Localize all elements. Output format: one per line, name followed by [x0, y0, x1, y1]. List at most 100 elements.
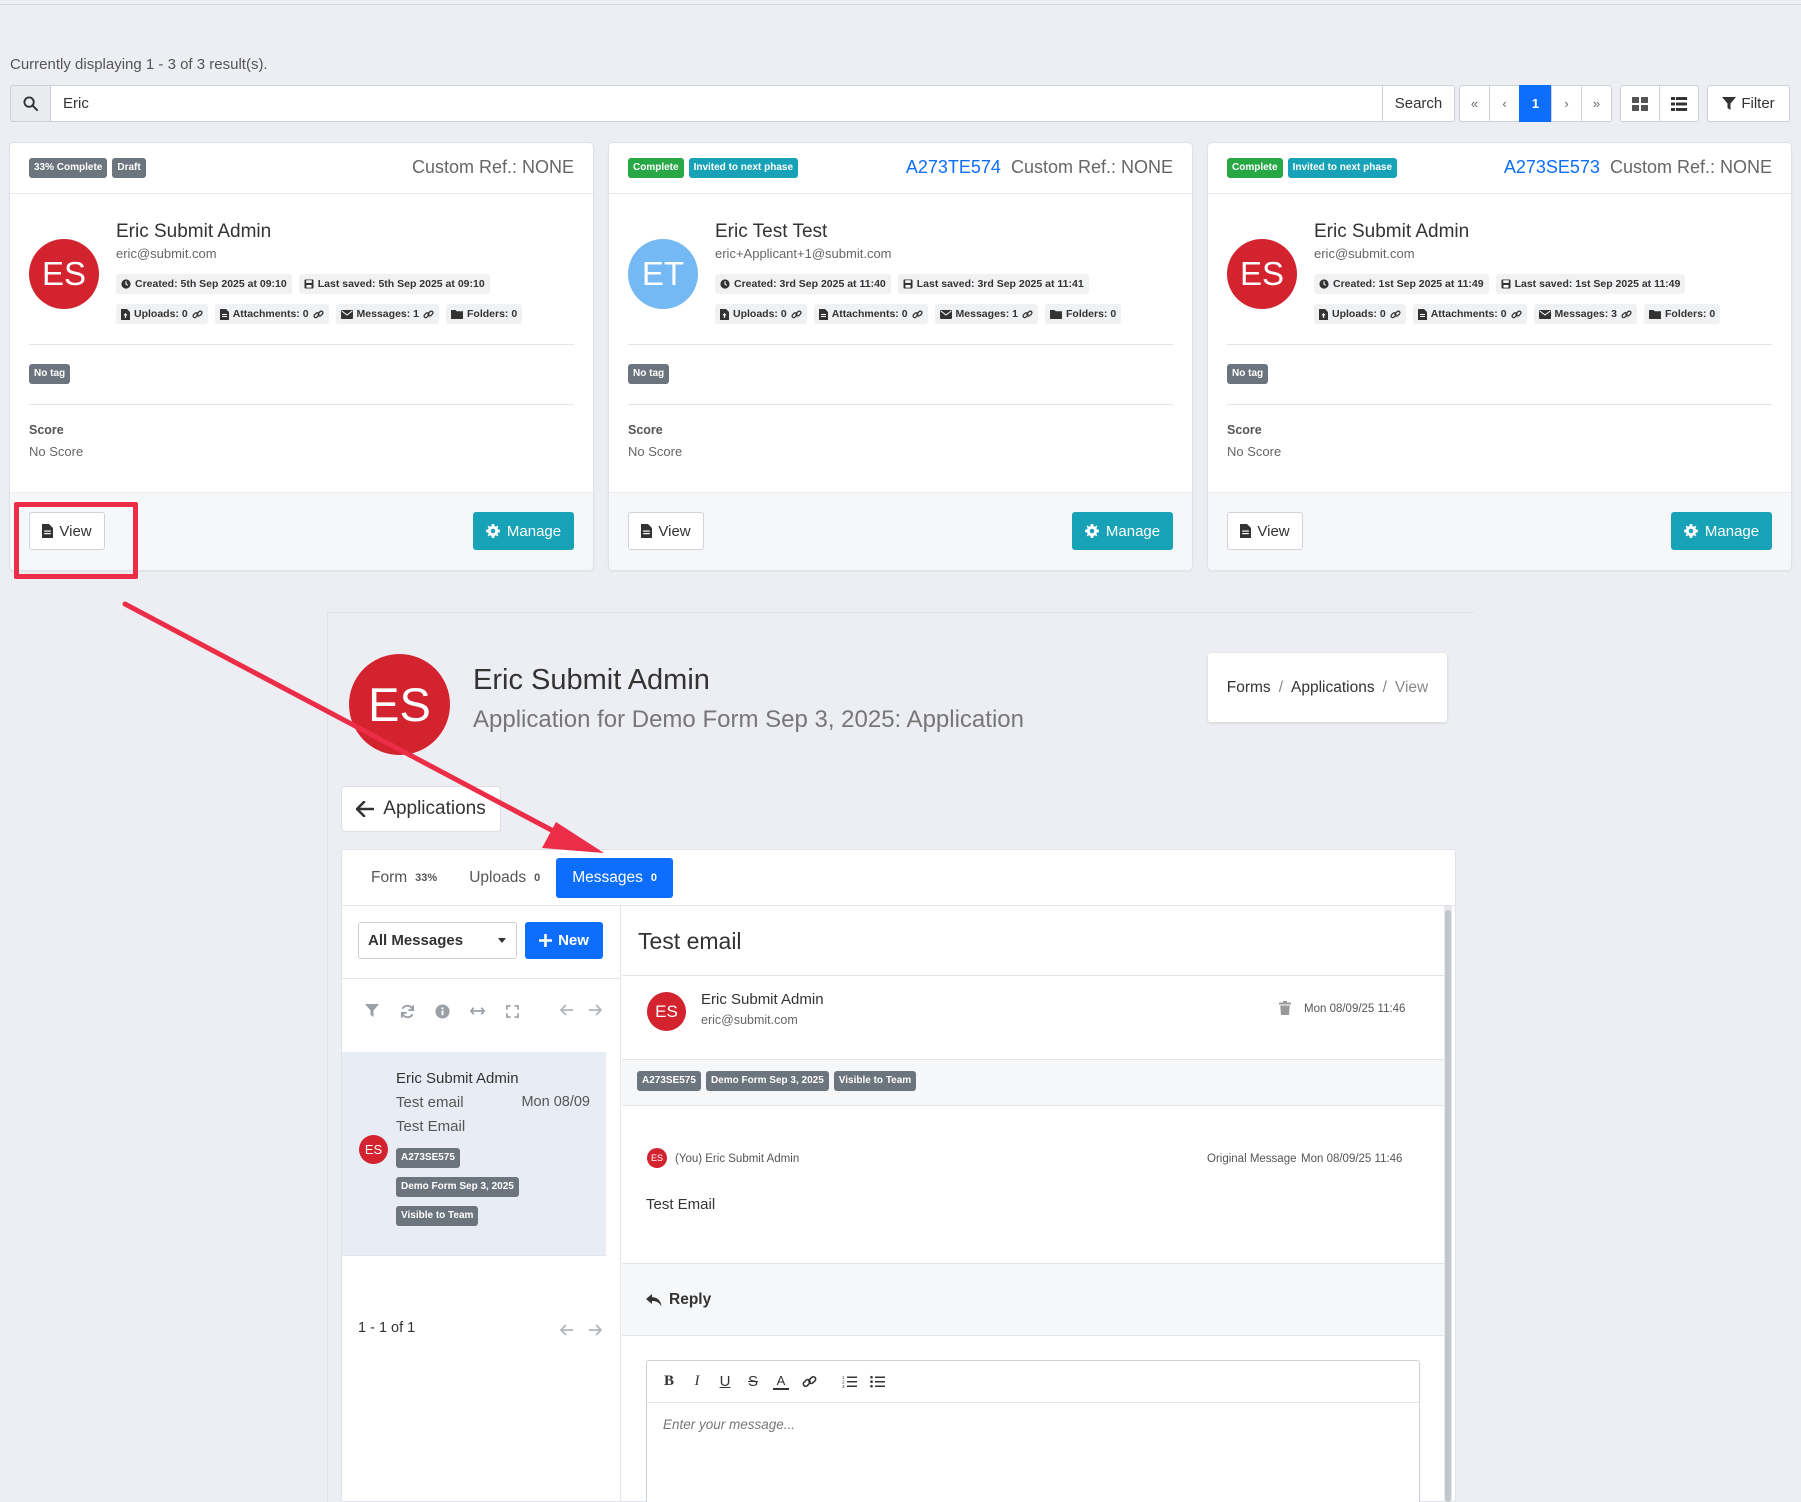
- card-divider: [1227, 344, 1772, 345]
- messages-info[interactable]: Messages: 1: [335, 304, 439, 324]
- list-count: 1 - 1 of 1: [358, 1320, 416, 1336]
- message-tags: A273SE575 Demo Form Sep 3, 2025 Visible …: [396, 1148, 519, 1226]
- underline-icon[interactable]: U: [717, 1373, 733, 1390]
- messages-info[interactable]: Messages: 3: [1533, 304, 1637, 324]
- thread-date: Mon 08/09/25 11:46: [1301, 1153, 1403, 1165]
- uploads-info[interactable]: Uploads: 0: [715, 304, 807, 324]
- label: 0: [534, 872, 541, 884]
- tab-form[interactable]: Form 33%: [355, 858, 453, 898]
- link-icon: [1621, 309, 1632, 320]
- reply-button[interactable]: Reply: [646, 1291, 711, 1309]
- message-sender: Eric Submit Admin: [701, 991, 824, 1008]
- attachments-info[interactable]: Attachments: 0: [214, 304, 329, 324]
- attachments-info[interactable]: Attachments: 0: [813, 304, 928, 324]
- reference-id-link[interactable]: A273SE573: [1504, 157, 1600, 177]
- page-current-button[interactable]: 1: [1519, 85, 1552, 122]
- meta-text: Uploads: 0: [1332, 308, 1386, 320]
- label: Form: [371, 869, 408, 886]
- manage-button[interactable]: Manage: [1072, 512, 1173, 550]
- list-view-icon[interactable]: [1659, 85, 1699, 122]
- search-bar: Eric Search: [10, 85, 1455, 122]
- filter-button[interactable]: Filter: [1707, 85, 1790, 122]
- scrollbar-thumb[interactable]: [1445, 910, 1451, 1502]
- meta-text: Last saved: 3rd Sep 2025 at 11:41: [916, 278, 1084, 290]
- card-dates: Created: 5th Sep 2025 at 09:10 Last save…: [116, 274, 490, 294]
- arrow-left-icon[interactable]: [559, 1003, 574, 1021]
- page-next-button[interactable]: ›: [1551, 85, 1582, 122]
- page-first-button[interactable]: «: [1459, 85, 1490, 122]
- strikethrough-icon[interactable]: S: [745, 1373, 761, 1390]
- uploads-info[interactable]: Uploads: 0: [116, 304, 208, 324]
- label: New: [558, 932, 589, 949]
- breadcrumb-applications[interactable]: Applications: [1291, 679, 1375, 697]
- tab-uploads[interactable]: Uploads 0: [453, 858, 556, 898]
- avatar: ES: [647, 1148, 667, 1168]
- custom-ref: A273SE573 Custom Ref.: NONE: [1504, 157, 1772, 178]
- folders-info: Folders: 0: [1045, 304, 1122, 324]
- arrow-right-icon[interactable]: [588, 1003, 603, 1021]
- card-counts: Uploads: 0 Attachments: 0 Messages: 1 Fo…: [715, 304, 1122, 324]
- page-subtitle: Application for Demo Form Sep 3, 2025: A…: [473, 706, 1024, 733]
- fullscreen-icon[interactable]: [502, 1001, 522, 1021]
- message-sender: Eric Submit Admin: [396, 1070, 519, 1087]
- score-value: No Score: [628, 444, 683, 459]
- manage-button[interactable]: Manage: [473, 512, 574, 550]
- back-to-applications-button[interactable]: Applications: [341, 786, 501, 832]
- filter-icon[interactable]: [362, 1001, 382, 1021]
- search-input[interactable]: Eric: [51, 85, 1383, 122]
- label: 0: [650, 872, 657, 884]
- bullet-list-icon[interactable]: [869, 1374, 885, 1390]
- refresh-icon[interactable]: [397, 1001, 417, 1021]
- italic-icon[interactable]: I: [689, 1373, 705, 1390]
- uploads-info[interactable]: Uploads: 0: [1314, 304, 1406, 324]
- arrow-right-icon[interactable]: [588, 1323, 603, 1341]
- manage-button[interactable]: Manage: [1671, 512, 1772, 550]
- upload-icon: [720, 308, 729, 320]
- tab-messages[interactable]: Messages 0: [556, 858, 673, 898]
- breadcrumb-current: View: [1394, 678, 1429, 696]
- card-divider: [628, 404, 1173, 405]
- ordered-list-icon[interactable]: 123: [841, 1374, 857, 1390]
- folder-icon: [1050, 309, 1062, 319]
- view-mode-toggle: [1620, 85, 1699, 122]
- breadcrumb-separator: /: [1382, 678, 1387, 696]
- page-prev-button[interactable]: ‹: [1489, 85, 1520, 122]
- applicant-email: eric@submit.com: [116, 246, 217, 261]
- message-divider: [622, 975, 1447, 976]
- page-last-button[interactable]: »: [1581, 85, 1612, 122]
- form-tag: Demo Form Sep 3, 2025: [705, 1071, 829, 1091]
- search-button[interactable]: Search: [1383, 85, 1455, 122]
- info-icon[interactable]: [432, 1001, 452, 1021]
- grid-view-icon[interactable]: [1620, 85, 1660, 122]
- save-icon: [903, 279, 913, 289]
- meta-text: Attachments: 0: [232, 308, 309, 320]
- view-button[interactable]: View: [628, 512, 704, 550]
- trash-icon[interactable]: [1279, 1001, 1291, 1020]
- bold-icon[interactable]: B: [661, 1373, 677, 1390]
- link-icon[interactable]: [801, 1374, 817, 1390]
- clock-icon: [720, 279, 730, 289]
- view-button[interactable]: View: [1227, 512, 1303, 550]
- meta-text: Folders: 0: [1066, 308, 1117, 320]
- search-icon[interactable]: [10, 85, 51, 122]
- original-message-label: Original Message: [1207, 1153, 1297, 1165]
- list-item[interactable]: ES Eric Submit Admin Test email Mon 08/0…: [342, 1052, 606, 1255]
- attachments-info[interactable]: Attachments: 0: [1412, 304, 1527, 324]
- custom-ref-text: Custom Ref.: NONE: [411, 157, 574, 177]
- card-divider: [1227, 404, 1772, 405]
- expand-horizontal-icon[interactable]: [467, 1001, 487, 1021]
- score-label: Score: [628, 423, 663, 437]
- new-message-button[interactable]: New: [525, 922, 603, 959]
- save-icon: [304, 279, 314, 289]
- messages-info[interactable]: Messages: 1: [934, 304, 1038, 324]
- last-saved-info: Last saved: 1st Sep 2025 at 11:49: [1495, 274, 1686, 294]
- reply-editor[interactable]: B I U S A 123 Enter your message...: [646, 1360, 1420, 1502]
- page-title: Eric Submit Admin: [473, 664, 710, 696]
- list-divider: [342, 978, 620, 979]
- reference-id-link[interactable]: A273TE574: [906, 157, 1001, 177]
- breadcrumb-forms[interactable]: Forms: [1227, 679, 1271, 697]
- card-counts: Uploads: 0 Attachments: 0 Messages: 1 Fo…: [116, 304, 523, 324]
- text-color-icon[interactable]: A: [773, 1374, 789, 1390]
- message-filter-select[interactable]: All Messages: [358, 922, 517, 959]
- arrow-left-icon[interactable]: [559, 1323, 574, 1341]
